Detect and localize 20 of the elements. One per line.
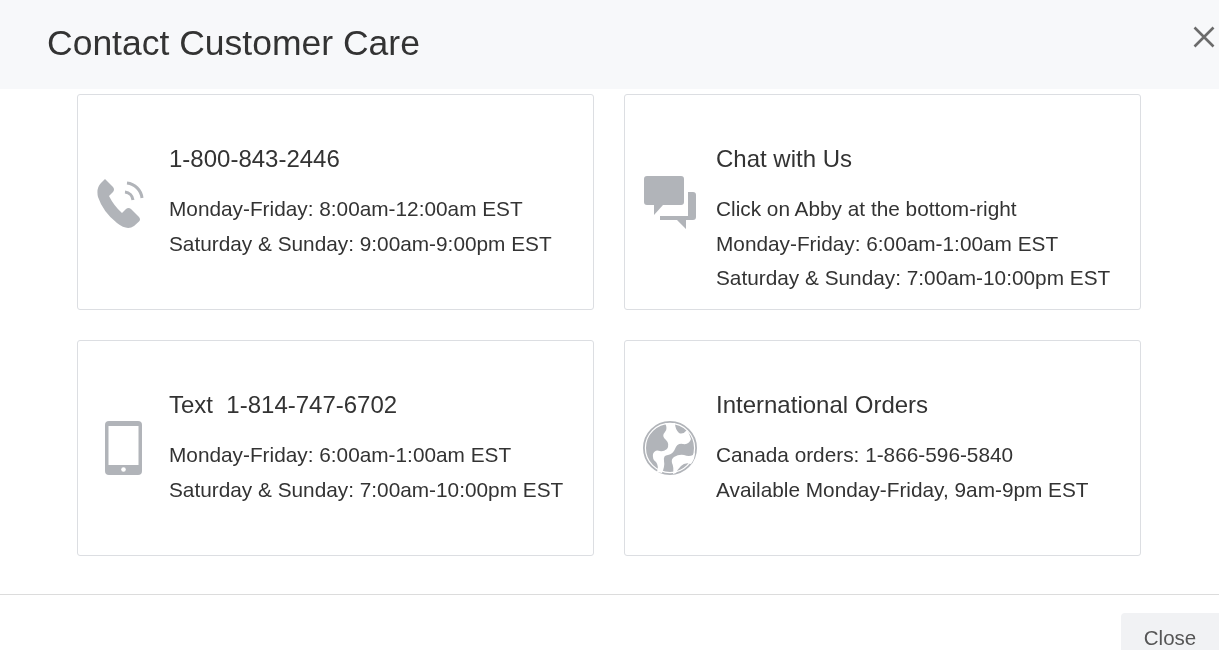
card-text: Monday-Friday: 8:00am-12:00am EST: [169, 196, 523, 222]
close-button[interactable]: [1193, 25, 1215, 48]
close-icon: [1193, 25, 1215, 48]
card-title: 1-800-843-2446: [169, 144, 340, 174]
card-text: Available Monday-Friday, 9am-9pm EST: [716, 476, 1089, 503]
card-title: International Orders: [716, 390, 929, 420]
dialog-title: Contact Customer Care: [47, 21, 420, 64]
mobile-phone-icon: [104, 421, 142, 475]
card-title: Chat with Us: [716, 144, 853, 174]
card-text: Canada orders: 1-866-596-5840: [716, 442, 1014, 468]
card-text: Saturday & Sunday: 7:00am-10:00pm EST: [169, 476, 564, 503]
globe-icon: [643, 421, 697, 475]
card-text: Monday-Friday: 6:00am-1:00am EST: [716, 230, 1059, 257]
card-text: Click on Abby at the bottom-right: [716, 196, 1017, 222]
close-button[interactable]: Close: [1121, 613, 1219, 650]
chat-bubbles-icon: [644, 175, 696, 229]
card-title: Text 1-814-747-6702: [169, 390, 398, 420]
card-text: Saturday & Sunday: 9:00am-9:00pm EST: [169, 230, 552, 257]
card-text: Saturday & Sunday: 7:00am-10:00pm EST: [716, 265, 1111, 291]
card-text: Monday-Friday: 6:00am-1:00am EST: [169, 442, 512, 468]
